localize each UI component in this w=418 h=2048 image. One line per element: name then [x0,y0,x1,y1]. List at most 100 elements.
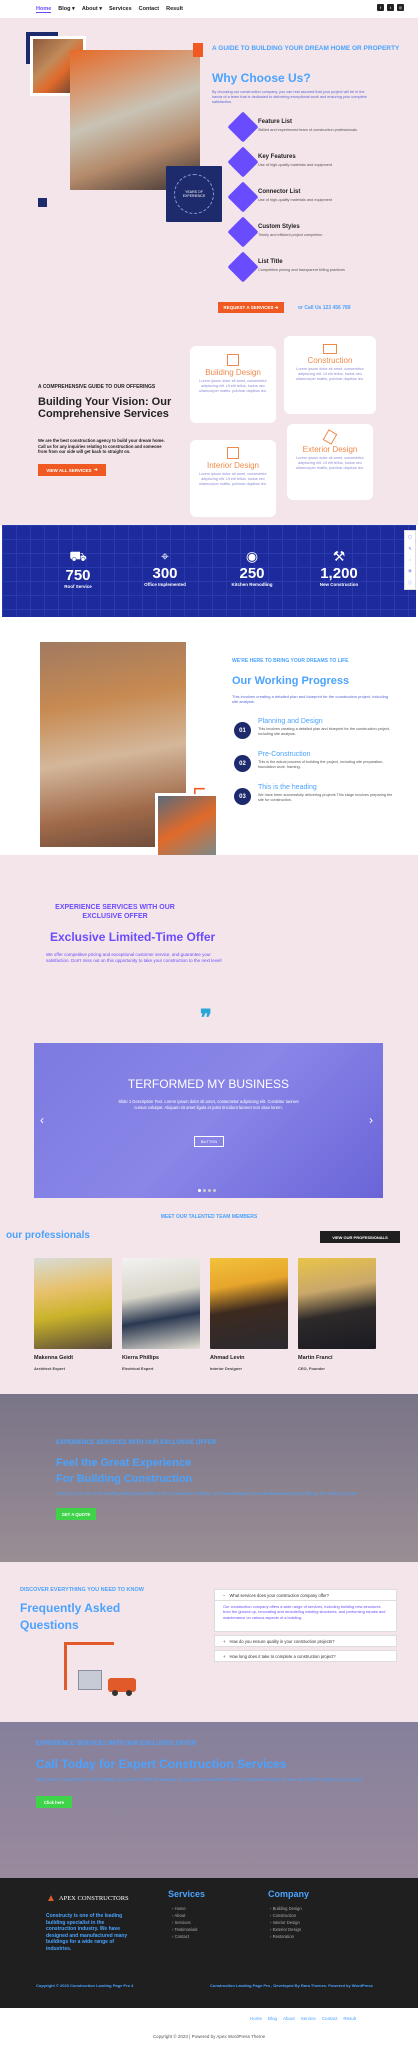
stat-label: Roof Service [64,584,92,589]
member-photo [298,1258,376,1349]
footer-services-list: › Home › About › Services › Testimonials… [172,1906,198,1941]
footer-services-heading: Services [168,1889,206,1899]
view-professionals-button[interactable]: VIEW OUR PROFESSIONALS [320,1231,400,1243]
nav-home[interactable]: Home [36,6,52,13]
nav-services[interactable]: Services [109,6,132,13]
chat-icon[interactable]: ◍ [408,568,412,573]
bottom-link[interactable]: Result [343,2016,356,2021]
bottom-bar [0,2008,418,2048]
service-card[interactable]: Exterior Design Lorem ipsum dolor sit am… [287,424,373,500]
bottom-link[interactable]: Blog [268,2016,277,2021]
faq-question[interactable]: − What services does your construction co… [214,1589,397,1601]
stat-item: ⚒ 1,200 New Construction [309,548,369,587]
nav-blog[interactable]: Blog ▾ [58,6,75,13]
footer-link[interactable]: › Exterior Design [270,1927,302,1934]
service-card[interactable]: Building Design Lorem ipsum dolor sit am… [190,346,276,423]
info-icon[interactable]: ⓘ [408,580,412,586]
get-quote-button[interactable]: GET A QUOTE [56,1508,96,1520]
footer-company-heading: Company [268,1889,310,1899]
facebook-icon[interactable]: f [377,4,384,11]
service-card[interactable]: Interior Design Lorem ipsum dolor sit am… [190,440,276,517]
edit-icon[interactable]: ✎ [408,546,411,551]
stat-label: New Construction [319,582,359,587]
slider-dot[interactable] [213,1189,216,1192]
service-card-desc: Lorem ipsum dolor sit amet, consectetur … [199,472,267,487]
logo-text: APEX CONSTRUCTORS [58,1895,129,1902]
tools-icon: ⚒ [332,548,346,564]
footer-link-label: Home [174,1906,186,1911]
nav-contact[interactable]: Contact [139,6,159,13]
member-name: Kierra Phillips [122,1355,159,1361]
cart-icon[interactable]: ◌ [409,557,411,562]
bottom-link[interactable]: About [283,2016,295,2021]
footer-link[interactable]: › Restoration [270,1934,302,1941]
construction-illustration [54,1640,150,1702]
instagram-icon[interactable]: ◎ [397,4,404,11]
service-card-title: Interior Design [206,461,260,470]
footer-logo[interactable]: ▲ APEX CONSTRUCTORS [46,1893,129,1904]
stat-number: 300 [152,565,178,582]
slide-title: TERFORMED MY BUSINESS [127,1077,290,1091]
slider-dot[interactable] [203,1189,206,1192]
footer-link[interactable]: › Construction [270,1913,302,1920]
bottom-link[interactable]: Contact [322,2016,338,2021]
working-desc: This involves creating a detailed plan a… [232,694,389,705]
service-card[interactable]: Construction Lorem ipsum dolor sit amet,… [284,336,376,414]
bottom-link[interactable]: Home [250,2016,262,2021]
why-desc: By choosing our construction company, yo… [212,90,367,105]
feature-icon [227,216,259,248]
footer-link[interactable]: › Home [172,1906,198,1913]
view-all-services-button[interactable]: VIEW ALL SERVICES ➔ [38,464,106,476]
nav-about-label: About [81,5,98,12]
why-title: Why Choose Us? [212,71,311,85]
footer-credit: Construction Landing Page Pro , Develope… [210,1983,373,1988]
crane-icon: ⌐ [193,776,206,801]
feature-desc: Use of high-quality materials and equipm… [258,198,333,202]
bottom-link[interactable]: Service [301,2016,316,2021]
slider-prev-arrow[interactable]: ‹ [40,1113,44,1127]
service-card-desc: Lorem ipsum dolor sit amet, consectetur … [199,379,267,394]
slide-desc: Slide 1 Description Text. Lorem ipsum do… [118,1099,299,1111]
footer-link[interactable]: › Services [172,1920,198,1927]
footer-link[interactable]: › Contact [172,1934,198,1941]
why-kicker: A GUIDE TO BUILDING YOUR DREAM HOME OR P… [212,45,400,52]
feature-item: Custom Styles Timely and efficient proje… [227,216,322,248]
slider-dot[interactable] [208,1189,211,1192]
share-icon[interactable]: ◻ [408,534,411,539]
faq-question[interactable]: + How long does it take to complete a con… [214,1650,397,1662]
nav-blog-label: Blog [58,5,71,12]
feature-icon [227,181,259,213]
hero-slider[interactable]: TERFORMED MY BUSINESS Slide 1 Descriptio… [34,1043,383,1198]
feature-title: Key Features [258,154,296,160]
member-name: Makenna Geidt [34,1355,74,1361]
feature-item: Key Features Use of high-quality materia… [227,146,332,178]
nav-about[interactable]: About ▾ [82,6,102,13]
step-number: 03 [234,788,251,805]
nav-result[interactable]: Result [166,6,183,13]
call-title: Call Today for Expert Construction Servi… [36,1757,287,1771]
member-name: Martin Franci [298,1355,333,1361]
social-links: f t ◎ [377,4,404,11]
location-pin-icon: ⌖ [161,548,169,564]
construction-icon [323,344,337,354]
slider-next-arrow[interactable]: › [369,1113,373,1127]
click-here-button[interactable]: Click here [36,1796,72,1808]
plus-icon: + [223,1653,226,1659]
twitter-icon[interactable]: t [387,4,394,11]
member-role: Architect Expert [34,1366,65,1371]
footer-link-label: About [174,1912,186,1918]
call-link[interactable]: or Call Us 123 456 789 [298,305,351,311]
footer-link[interactable]: › Testimonials [172,1927,198,1934]
feature-title: List Title [258,259,283,265]
request-service-button[interactable]: REQUEST A SERVICES ➔ [218,302,284,313]
footer-link[interactable]: › About [172,1913,198,1920]
offer-title: Exclusive Limited-Time Offer [50,930,216,944]
footer-link[interactable]: › Building Design [270,1906,302,1913]
footer-link[interactable]: › Interior Design [270,1920,302,1927]
slide-button[interactable]: BUTTON [194,1136,224,1147]
member-role: CEO, Founder [298,1366,325,1371]
slider-dot[interactable] [198,1189,201,1192]
faq-question[interactable]: + How do you ensure quality in your const… [214,1635,397,1647]
feature-desc: Use of high-quality materials and equipm… [258,163,333,167]
service-card-title: Building Design [205,368,261,377]
